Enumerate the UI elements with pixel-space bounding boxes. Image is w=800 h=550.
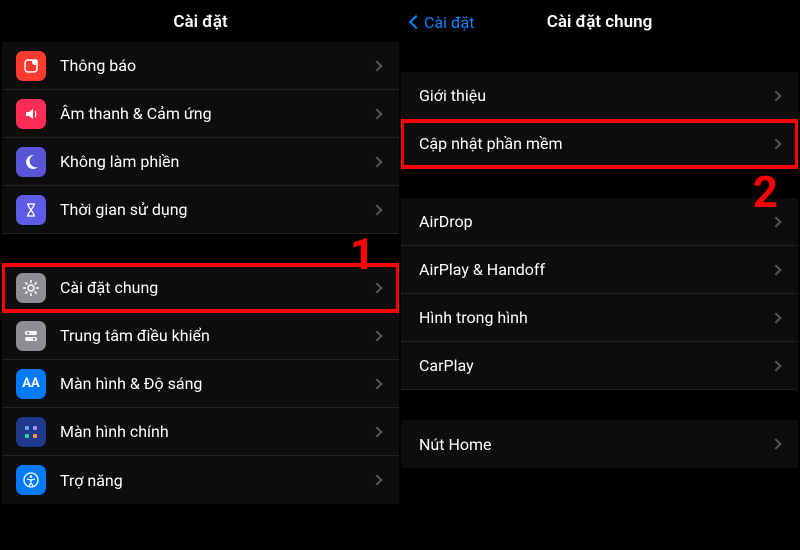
row-label: Thời gian sử dụng xyxy=(60,200,373,219)
settings-root-panel: Cài đặt Thông báo Âm thanh & Cảm ứng xyxy=(2,2,401,548)
grid-icon xyxy=(16,417,46,447)
gear-icon xyxy=(16,273,46,303)
chevron-right-icon xyxy=(371,108,382,119)
row-label: AirDrop xyxy=(419,212,772,231)
chevron-right-icon xyxy=(770,312,781,323)
row-label: Không làm phiền xyxy=(60,152,373,171)
header-right: Cài đặt Cài đặt chung xyxy=(401,2,798,42)
chevron-right-icon xyxy=(371,156,382,167)
row-label: Màn hình & Độ sáng xyxy=(60,374,373,393)
row-homebutton[interactable]: Nút Home xyxy=(401,420,798,468)
row-label: CarPlay xyxy=(419,356,772,375)
row-label: Cập nhật phần mềm xyxy=(419,134,772,153)
chevron-right-icon xyxy=(770,138,781,149)
row-accessibility[interactable]: Trợ năng xyxy=(2,456,399,504)
accessibility-icon xyxy=(16,465,46,495)
back-button[interactable]: Cài đặt xyxy=(411,13,474,32)
settings-list: Thông báo Âm thanh & Cảm ứng Không làm p… xyxy=(2,42,399,548)
chevron-right-icon xyxy=(371,426,382,437)
chevron-right-icon xyxy=(371,474,382,485)
row-label: Giới thiệu xyxy=(419,86,772,105)
chevron-right-icon xyxy=(371,204,382,215)
row-screentime[interactable]: Thời gian sử dụng xyxy=(2,186,399,234)
chevron-right-icon xyxy=(770,360,781,371)
chevron-left-icon xyxy=(409,15,423,29)
row-dnd[interactable]: Không làm phiền xyxy=(2,138,399,186)
chevron-right-icon xyxy=(770,90,781,101)
screenshot-pair: Cài đặt Thông báo Âm thanh & Cảm ứng xyxy=(0,0,800,550)
chevron-right-icon xyxy=(371,282,382,293)
row-pip[interactable]: Hình trong hình xyxy=(401,294,798,342)
group-separator xyxy=(401,390,798,420)
row-label: Cài đặt chung xyxy=(60,278,373,297)
row-about[interactable]: Giới thiệu xyxy=(401,72,798,120)
row-carplay[interactable]: CarPlay xyxy=(401,342,798,390)
general-list: Giới thiệu Cập nhật phần mềm 2 AirDrop A… xyxy=(401,42,798,548)
step-number-1: 1 xyxy=(350,228,375,280)
toggles-icon xyxy=(16,321,46,351)
row-software-update[interactable]: Cập nhật phần mềm xyxy=(401,120,798,168)
row-homescreen[interactable]: Màn hình chính xyxy=(2,408,399,456)
hourglass-icon xyxy=(16,195,46,225)
row-controlcenter[interactable]: Trung tâm điều khiển xyxy=(2,312,399,360)
chevron-right-icon xyxy=(371,330,382,341)
page-title: Cài đặt xyxy=(173,12,227,32)
chevron-right-icon xyxy=(371,60,382,71)
general-settings-panel: Cài đặt Cài đặt chung Giới thiệu Cập nhậ… xyxy=(401,2,798,548)
row-label: Màn hình chính xyxy=(60,422,373,441)
row-label: Âm thanh & Cảm ứng xyxy=(60,104,373,123)
row-general[interactable]: Cài đặt chung xyxy=(2,264,399,312)
page-title: Cài đặt chung xyxy=(547,12,653,32)
row-label: AirPlay & Handoff xyxy=(419,260,772,279)
header-left: Cài đặt xyxy=(2,2,399,42)
group-separator: 2 xyxy=(401,168,798,198)
back-label: Cài đặt xyxy=(424,13,474,32)
row-sounds[interactable]: Âm thanh & Cảm ứng xyxy=(2,90,399,138)
row-notifications[interactable]: Thông báo xyxy=(2,42,399,90)
row-airplay[interactable]: AirPlay & Handoff xyxy=(401,246,798,294)
step-number-2: 2 xyxy=(753,166,778,218)
group-separator xyxy=(401,42,798,72)
row-label: Trợ năng xyxy=(60,471,373,490)
row-airdrop[interactable]: AirDrop xyxy=(401,198,798,246)
chevron-right-icon xyxy=(371,378,382,389)
chevron-right-icon xyxy=(770,264,781,275)
group-separator: 1 xyxy=(2,234,399,264)
row-label: Hình trong hình xyxy=(419,308,772,327)
row-display[interactable]: AA Màn hình & Độ sáng xyxy=(2,360,399,408)
chevron-right-icon xyxy=(770,438,781,449)
notification-icon xyxy=(16,51,46,81)
row-label: Nút Home xyxy=(419,435,772,454)
row-label: Thông báo xyxy=(60,56,373,75)
row-label: Trung tâm điều khiển xyxy=(60,326,373,345)
sound-icon xyxy=(16,99,46,129)
moon-icon xyxy=(16,147,46,177)
text-size-icon: AA xyxy=(16,369,46,399)
